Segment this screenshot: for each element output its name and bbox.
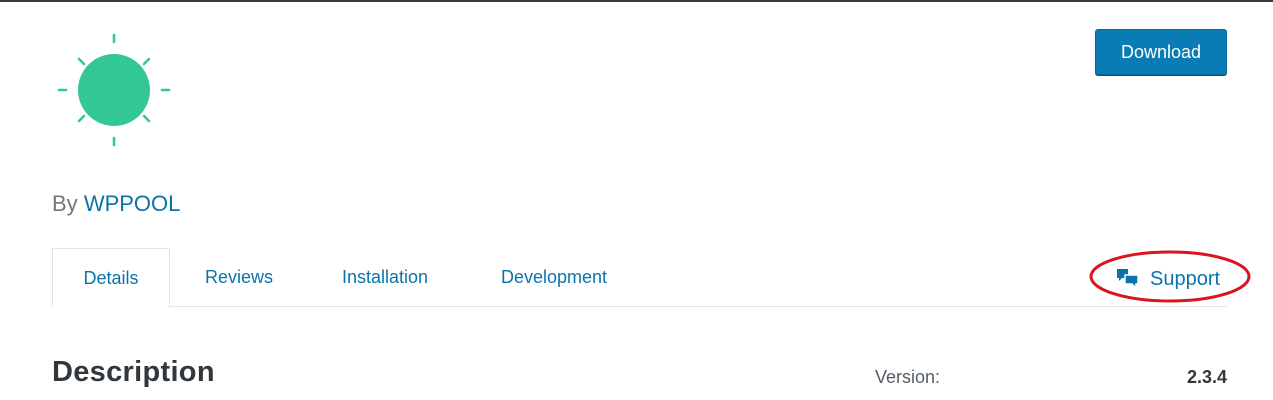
download-button[interactable]: Download <box>1095 29 1227 75</box>
tab-reviews[interactable]: Reviews <box>188 248 290 307</box>
plugin-tabs: Details Reviews Installation Development <box>52 248 1227 308</box>
tab-details[interactable]: Details <box>52 248 170 308</box>
speech-bubbles-icon <box>1117 269 1139 290</box>
tab-development[interactable]: Development <box>482 248 626 307</box>
byline-prefix: By <box>52 191 78 216</box>
author-link[interactable]: WPPOOL <box>84 191 181 216</box>
version-label: Version: <box>875 367 941 387</box>
plugin-page: Download By WPPOOL Details Reviews Insta… <box>0 0 1273 400</box>
sun-icon <box>57 33 171 147</box>
byline: By WPPOOL <box>52 191 180 217</box>
version-value: 2.3.4 <box>1186 367 1227 387</box>
support-label: Support <box>1150 267 1221 290</box>
description-heading: Description <box>52 356 215 388</box>
tab-installation[interactable]: Installation <box>322 248 448 307</box>
support-link[interactable]: Support <box>1116 264 1220 294</box>
